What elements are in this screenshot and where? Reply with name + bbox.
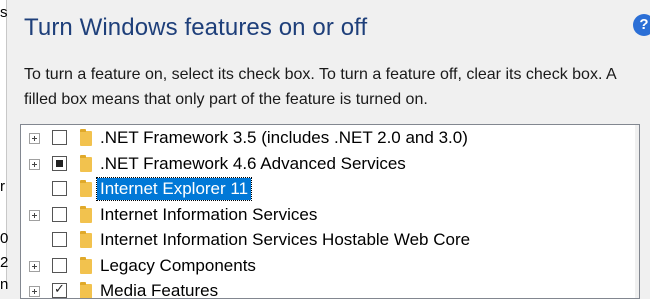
feature-row[interactable]: .NET Framework 4.6 Advanced Services <box>21 153 621 178</box>
expand-plus-icon[interactable] <box>29 286 40 297</box>
feature-label[interactable]: Internet Information Services <box>97 204 320 226</box>
edge-fragment: n <box>0 276 9 293</box>
folder-icon <box>80 154 92 172</box>
expand-plus-icon[interactable] <box>29 260 40 272</box>
folder-icon <box>80 205 92 223</box>
feature-checkbox[interactable] <box>52 130 67 145</box>
feature-label[interactable]: Media Features <box>97 280 221 298</box>
edge-fragment: 2 <box>0 254 9 271</box>
feature-checkbox[interactable] <box>52 155 67 171</box>
feature-checkbox[interactable] <box>52 181 67 196</box>
edge-fragment: s <box>0 4 8 21</box>
feature-label[interactable]: .NET Framework 3.5 (includes .NET 2.0 an… <box>97 127 471 149</box>
folder-icon <box>80 282 92 298</box>
expand-plus-icon[interactable] <box>29 209 40 221</box>
feature-row[interactable]: Internet Explorer 11 <box>21 177 621 203</box>
feature-row[interactable]: Internet Information Services <box>21 204 621 229</box>
feature-checkbox[interactable] <box>52 232 67 247</box>
expand-plus-icon[interactable] <box>29 158 40 170</box>
tree-scrollbar[interactable] <box>635 125 639 298</box>
expand-plus-icon[interactable] <box>29 133 40 144</box>
edge-fragment: r <box>0 178 5 195</box>
folder-icon <box>80 129 92 146</box>
folder-icon <box>80 256 92 274</box>
feature-checkbox[interactable] <box>52 206 67 222</box>
help-icon[interactable]: ? <box>633 14 650 36</box>
folder-icon <box>80 180 92 197</box>
feature-checkbox[interactable] <box>52 281 67 298</box>
feature-label[interactable]: Internet Explorer 11 <box>95 177 253 201</box>
background-window-edge: s r 0 2 n <box>0 0 9 293</box>
feature-row[interactable]: Internet Information Services Hostable W… <box>21 229 621 254</box>
feature-row[interactable]: .NET Framework 3.5 (includes .NET 2.0 an… <box>21 127 621 152</box>
feature-label[interactable]: .NET Framework 4.6 Advanced Services <box>97 153 409 175</box>
feature-label[interactable]: Legacy Components <box>97 255 259 277</box>
feature-row[interactable]: Media Features <box>21 280 621 298</box>
feature-checkbox[interactable] <box>52 257 67 273</box>
feature-row[interactable]: Legacy Components <box>21 255 621 280</box>
edge-fragment: 0 <box>0 230 9 247</box>
features-tree[interactable]: .NET Framework 3.5 (includes .NET 2.0 an… <box>20 124 640 299</box>
folder-icon <box>80 231 92 248</box>
dialog-description: To turn a feature on, select its check b… <box>24 66 616 108</box>
feature-label[interactable]: Internet Information Services Hostable W… <box>97 229 473 251</box>
dialog-title: Turn Windows features on or off <box>24 14 368 41</box>
